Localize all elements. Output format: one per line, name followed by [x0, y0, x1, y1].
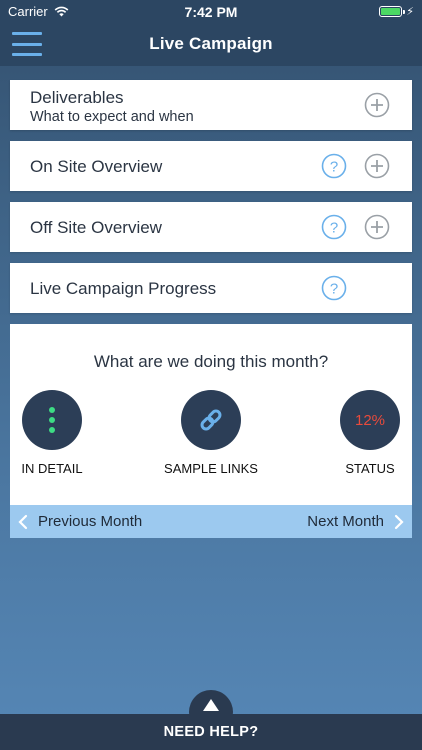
battery-full-icon: [379, 6, 406, 17]
nav-bar: Live Campaign: [0, 22, 422, 66]
link-icon: [200, 409, 222, 431]
monthly-activity-card: What are we doing this month? IN DETAIL …: [10, 324, 412, 538]
need-help-button[interactable]: NEED HELP?: [0, 714, 422, 750]
month-navigation: Previous Month Next Month: [10, 505, 412, 538]
previous-month-label: Previous Month: [38, 513, 143, 530]
charging-bolt-icon: ⚡: [406, 6, 414, 18]
battery-indicator: ⚡: [379, 5, 414, 18]
deliverables-card[interactable]: Deliverables What to expect and when: [10, 80, 412, 130]
chevron-right-icon: [394, 514, 404, 529]
card-title-on-site: On Site Overview: [30, 157, 163, 176]
status-button[interactable]: 12%: [340, 390, 400, 450]
on-site-overview-card[interactable]: On Site Overview ?: [10, 141, 412, 191]
next-month-button[interactable]: Next Month: [307, 505, 404, 538]
help-question-icon[interactable]: ?: [321, 153, 347, 179]
vertical-dots-icon: [49, 407, 55, 433]
chevron-left-icon: [18, 514, 28, 529]
status-label: STATUS: [345, 461, 395, 476]
sample-links-button[interactable]: [181, 390, 241, 450]
status-percentage: 12%: [354, 411, 386, 429]
card-subtitle-deliverables: What to expect and when: [30, 109, 194, 125]
next-month-label: Next Month: [307, 513, 384, 530]
expand-plus-icon[interactable]: [364, 92, 390, 118]
clock: 7:42 PM: [184, 4, 238, 20]
card-title-off-site: Off Site Overview: [30, 218, 162, 237]
status-bar: Carrier 7:42 PM ⚡: [0, 0, 422, 22]
monthly-question: What are we doing this month?: [93, 352, 329, 371]
sample-links-label: SAMPLE LINKS: [164, 461, 258, 476]
help-question-icon[interactable]: ?: [321, 275, 347, 301]
live-campaign-progress-card[interactable]: Live Campaign Progress ?: [10, 263, 412, 313]
previous-month-button[interactable]: Previous Month: [18, 505, 142, 538]
card-title-deliverables: Deliverables: [30, 88, 124, 107]
help-question-icon[interactable]: ?: [321, 214, 347, 240]
expand-plus-icon[interactable]: [364, 214, 390, 240]
in-detail-label: IN DETAIL: [21, 461, 83, 476]
page-title: Live Campaign: [149, 34, 273, 53]
svg-text:?: ?: [330, 281, 338, 298]
svg-text:?: ?: [330, 220, 338, 237]
card-title-progress: Live Campaign Progress: [30, 279, 217, 298]
in-detail-button[interactable]: [22, 390, 82, 450]
svg-text:?: ?: [330, 159, 338, 176]
off-site-overview-card[interactable]: Off Site Overview ?: [10, 202, 412, 252]
expand-plus-icon[interactable]: [364, 153, 390, 179]
arrow-up-icon: [203, 699, 219, 711]
